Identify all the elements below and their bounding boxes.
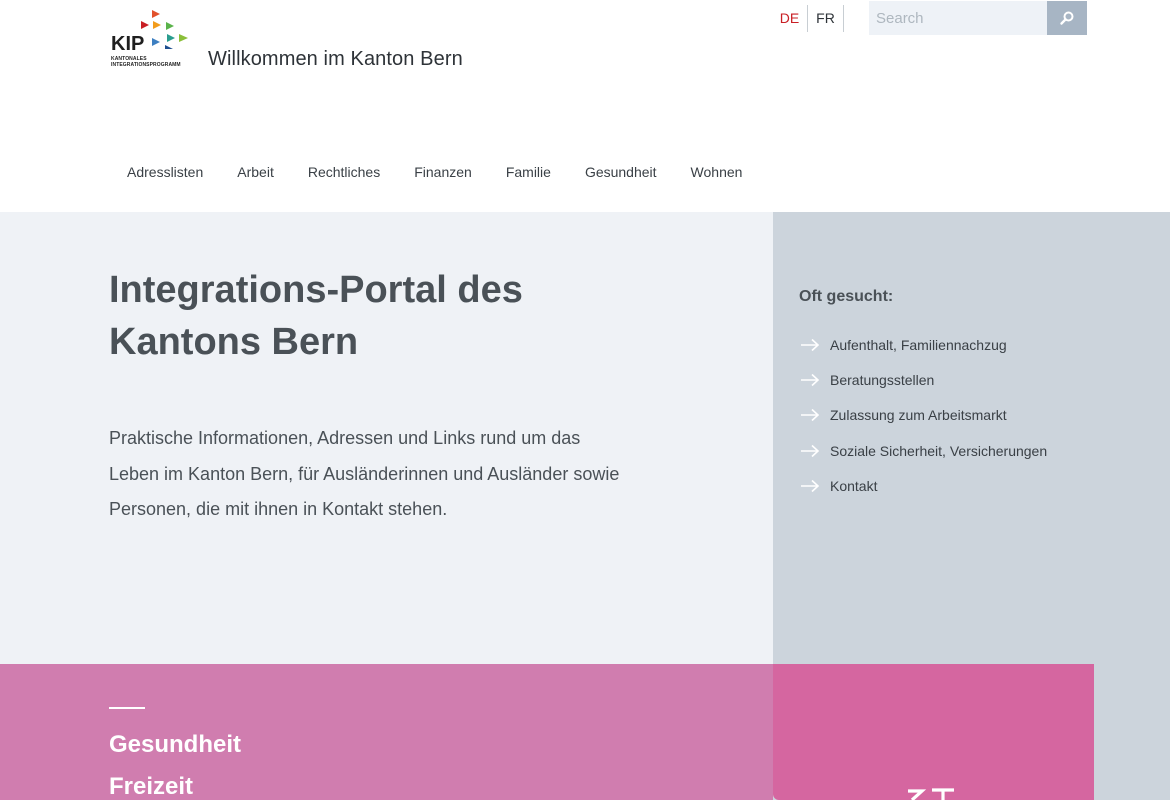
topic-link-freizeit[interactable]: Freizeit bbox=[109, 773, 193, 800]
intro-text-line: Praktische Informationen, Adressen und L… bbox=[109, 428, 581, 448]
frequently-searched-link-kontakt[interactable]: Kontakt bbox=[800, 468, 1140, 503]
nav-item-wohnen[interactable]: Wohnen bbox=[674, 154, 760, 190]
search-input[interactable] bbox=[869, 1, 1047, 35]
arrow-right-icon bbox=[801, 479, 820, 492]
frequently-searched-link-beratungsstellen[interactable]: Beratungsstellen bbox=[800, 362, 1140, 397]
link-label: Soziale Sicherheit, Versicherungen bbox=[830, 442, 1048, 459]
intro-text-line: Leben im Kanton Bern, für Ausländerinnen… bbox=[109, 463, 620, 484]
arrow-right-icon bbox=[801, 338, 820, 351]
logo-wordmark: KIP bbox=[111, 33, 145, 55]
nav-item-arbeit[interactable]: Arbeit bbox=[220, 154, 291, 190]
arrow-right-icon bbox=[801, 373, 820, 387]
nav-item-familie[interactable]: Familie bbox=[489, 154, 568, 190]
page-title: Integrations-Portal des Kantons Bern bbox=[109, 264, 669, 368]
topic-link-gesundheit[interactable]: Gesundheit bbox=[109, 731, 241, 759]
topics-feature-card bbox=[773, 664, 1094, 800]
link-label: Kontakt bbox=[830, 477, 878, 494]
language-de[interactable]: DE bbox=[772, 5, 808, 32]
nav-item-gesundheit[interactable]: Gesundheit bbox=[568, 154, 674, 190]
page-title-line: Kantons Bern bbox=[109, 321, 359, 363]
frequently-searched-link-aufenthalt[interactable]: Aufenthalt, Familiennachzug bbox=[800, 327, 1140, 362]
search-box bbox=[869, 1, 1087, 35]
frequently-searched-link-soziale-sicherheit[interactable]: Soziale Sicherheit, Versicherungen bbox=[800, 433, 1140, 468]
search-icon bbox=[1060, 11, 1074, 25]
main-nav: Adresslisten Arbeit Rechtliches Finanzen… bbox=[110, 154, 759, 190]
frequently-searched-title: Oft gesucht: bbox=[799, 288, 894, 305]
language-fr[interactable]: FR bbox=[808, 5, 844, 32]
nav-item-rechtliches[interactable]: Rechtliches bbox=[291, 154, 397, 190]
site-title: Willkommen im Kanton Bern bbox=[208, 48, 463, 70]
topics-divider bbox=[109, 707, 145, 709]
frequently-searched-link-arbeitsmarkt[interactable]: Zulassung zum Arbeitsmarkt bbox=[800, 398, 1140, 433]
intro-text-line: Personen, die mit ihnen in Kontakt stehe… bbox=[109, 499, 448, 519]
site-header: KIP KANTONALES INTEGRATIONSPROGRAMM Will… bbox=[0, 0, 1170, 212]
nav-item-finanzen[interactable]: Finanzen bbox=[397, 154, 489, 190]
arrow-right-icon bbox=[801, 409, 820, 422]
arrow-right-icon bbox=[801, 444, 820, 457]
search-button[interactable] bbox=[1047, 1, 1087, 35]
frequently-searched-list: Aufenthalt, Familiennachzug Beratungsste… bbox=[800, 327, 1140, 503]
logo-subtitle: KANTONALES INTEGRATIONSPROGRAMM bbox=[111, 56, 191, 68]
logo-subtitle-line: INTEGRATIONSPROGRAMM bbox=[111, 62, 181, 68]
feature-card-icon bbox=[906, 785, 966, 800]
kip-logo[interactable]: KIP KANTONALES INTEGRATIONSPROGRAMM bbox=[110, 9, 192, 71]
link-label: Aufenthalt, Familiennachzug bbox=[830, 336, 1007, 353]
intro-text: Praktische Informationen, Adressen und L… bbox=[109, 421, 709, 528]
nav-item-adresslisten[interactable]: Adresslisten bbox=[110, 154, 220, 190]
link-label: Zulassung zum Arbeitsmarkt bbox=[830, 407, 1007, 424]
link-label: Beratungsstellen bbox=[830, 371, 935, 388]
page-title-line: Integrations-Portal des bbox=[109, 269, 523, 311]
